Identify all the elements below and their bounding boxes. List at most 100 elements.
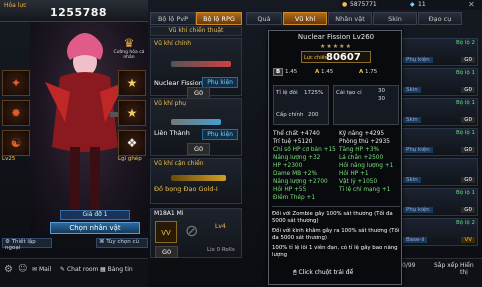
gear-slot-4-wrap: ★ [118, 100, 146, 126]
grade-a2-icon: A [359, 69, 364, 75]
personal-enhance-label: Cường hóa cá nhân [113, 50, 145, 60]
grade-a-icon: A [315, 69, 320, 75]
firepower-label: Hỏa lực [4, 2, 27, 9]
friends-icon[interactable]: ☺ [18, 264, 27, 274]
secondary-price-button[interactable]: G0 [187, 143, 211, 155]
gear-slot-3[interactable]: ✹ [2, 100, 30, 126]
tooltip-note-2: Đối với kình khâm gây ra 100% sát thương… [272, 228, 400, 242]
display-button[interactable]: Hiển thị [460, 262, 482, 276]
gear-settings-icon[interactable]: ⚙ [4, 264, 13, 275]
currency-bar: ● 5875771 ◆ 11 ✕ [340, 0, 482, 10]
grade-a2-stat: A 1.75 [359, 69, 377, 75]
gear-slot-5[interactable]: ☯ [2, 130, 30, 156]
list-item-price[interactable]: G0 [461, 177, 475, 183]
tab-characters[interactable]: Nhân vật [328, 12, 372, 25]
list-item-price[interactable]: G0 [461, 117, 475, 123]
choose-character-button[interactable]: Chọn nhân vật [50, 222, 140, 234]
tab-weapons[interactable]: Vũ khí [283, 12, 327, 25]
gear-slot-1[interactable]: ✦ [2, 70, 30, 96]
tooltip-title: Nuclear Fission Lv260 [297, 33, 375, 41]
grade-a-value: 1.45 [321, 69, 334, 75]
left-gear-column: ✦ [2, 70, 30, 96]
no-item-icon: ⊘ [185, 221, 199, 240]
chat-icon: ✎ [60, 266, 66, 273]
list-item[interactable]: Bộ lộ 1 Phụ kiện G0 [400, 128, 478, 156]
cash-amount: 11 [418, 1, 426, 8]
secondary-accessory-button[interactable]: Phụ kiện [202, 129, 238, 140]
grenade-card[interactable]: M18A1 Mi VV ⊘ Lv4 G0 Lix 0 Rolls [150, 208, 242, 258]
sort-button[interactable]: Sắp xếp [434, 262, 458, 269]
list-item-skin-button[interactable]: Base-ii [403, 237, 428, 243]
grade-b-icon: B [273, 68, 284, 76]
personal-enhance-badge[interactable]: ♛ Cường hóa cá nhân [112, 36, 146, 60]
primary-weapon-card[interactable]: Vũ khí chính Nuclear Fission Phụ kiện G0 [150, 38, 242, 99]
list-item-badge: Bộ lộ 2 [455, 40, 475, 46]
store-top-tabs: Quà Vũ khí Nhân vật Skin Đạo cụ [246, 12, 482, 25]
list-item-price[interactable]: G0 [461, 207, 475, 213]
tab-skins[interactable]: Skin [373, 12, 417, 25]
choose-character-label: Chọn nhân vật [69, 224, 121, 232]
gear-slot-3-wrap: ✹ [2, 100, 30, 126]
setup-appearance-button[interactable]: ⚙ Thiết lập ngoại [2, 238, 52, 251]
tab-items[interactable]: Đạo cụ [418, 12, 462, 25]
list-item[interactable]: Bộ lộ 1 Skin G0 [400, 98, 478, 126]
gear-slot-2[interactable]: ★ [118, 70, 146, 96]
list-item-skin-button[interactable]: Skin [403, 87, 421, 93]
list-item[interactable]: Bộ lộ 2 Base-ii VV [400, 218, 478, 246]
mail-button[interactable]: ✉ Mail [32, 266, 51, 273]
ammo-value-2: 30 [378, 96, 385, 102]
attr-right-8: Tỉ lệ chí mạng +1 [339, 187, 391, 193]
secondary-weapon-header: Vũ khí phụ [154, 100, 187, 107]
ammo-value-1: 30 [378, 88, 385, 94]
list-item-price[interactable]: VV [461, 237, 475, 243]
gear-slot-5-wrap: ☯ Lv25 [2, 130, 30, 162]
list-item[interactable]: Bộ lộ 2 Phụ kiện G0 [400, 38, 478, 66]
list-item-badge: Bộ lộ 1 [455, 70, 475, 76]
list-item[interactable]: Bộ lộ 1 Skin G0 [400, 68, 478, 96]
list-item-skin-button[interactable]: Phụ kiện [403, 57, 433, 63]
preset-slot-selector[interactable]: Giá đỡ 1 [60, 210, 130, 220]
tooltip-power-box: Lực chiến 80607 [301, 51, 371, 63]
list-item[interactable]: Skin G0 [400, 158, 478, 186]
pistol-icon [171, 119, 221, 125]
melee-weapon-name: Đồ bọng Đạo Gold-I [154, 185, 218, 193]
melee-weapon-card[interactable]: Vũ khí cận chiến Đồ bọng Đạo Gold-I [150, 158, 242, 204]
grade-b-value: 1.45 [284, 69, 298, 75]
chat-room-button[interactable]: ✎ Chat room [60, 266, 98, 273]
tab-pvp-set[interactable]: Bộ lộ PvP [150, 12, 196, 25]
tooltip-hint: 🖱 Click chuột trái để [293, 269, 353, 277]
gear-slot-6-label: Lgi ghép [118, 156, 142, 162]
attr-right-4: Lá chắn +2500 [339, 155, 384, 161]
gold-amount: 5875771 [350, 1, 377, 8]
dress-option-button[interactable]: ⌘ Tùy chọn cù [96, 238, 148, 248]
attr-right-2: Phòng thủ +2935 [339, 139, 390, 145]
gift-icon: ❖ [126, 136, 138, 150]
bulletin-button[interactable]: ▦ Bảng tin [100, 266, 133, 273]
gear-slot-4[interactable]: ★ [118, 100, 146, 126]
list-item-skin-button[interactable]: Phụ kiện [403, 207, 433, 213]
level-label: Cấp chính [276, 112, 304, 118]
star-icon: ★ [126, 76, 138, 90]
bottom-left-bar: ⚙ ☺ ✉ Mail ✎ Chat room ▦ Bảng tin [0, 258, 148, 287]
grenade-sub-label: Lix 0 Rolls [207, 247, 235, 253]
list-item-price[interactable]: G0 [461, 147, 475, 153]
primary-weapon-header: Vũ khí chính [154, 40, 192, 47]
coin-icon: ● [342, 1, 348, 8]
tab-rpg-set[interactable]: Bộ lộ RPG [196, 12, 242, 25]
gear-slot-6[interactable]: ❖ [118, 130, 146, 156]
attr-right-5: Hồi năng lượng +1 [339, 163, 394, 169]
secondary-weapon-card[interactable]: Vũ khí phụ Liên Thành Phụ kiện G0 [150, 98, 242, 156]
list-item-price[interactable]: G0 [461, 57, 475, 63]
list-item[interactable]: Bộ lộ 1 Phụ kiện G0 [400, 188, 478, 216]
list-item-price[interactable]: G0 [461, 87, 475, 93]
primary-weapon-name: Nuclear Fission [154, 79, 203, 87]
firepower-value: 1255788 [50, 6, 108, 19]
list-item-skin-button[interactable]: Skin [403, 117, 421, 123]
dress-option-label: Tùy chọn cù [106, 239, 139, 245]
grenade-price-button[interactable]: G0 [155, 246, 179, 258]
list-item-skin-button[interactable]: Phụ kiện [403, 147, 433, 153]
tab-gifts[interactable]: Quà [246, 12, 282, 25]
close-icon[interactable]: ✕ [468, 0, 475, 9]
cash-icon: ◆ [410, 1, 415, 8]
list-item-skin-button[interactable]: Skin [403, 177, 421, 183]
